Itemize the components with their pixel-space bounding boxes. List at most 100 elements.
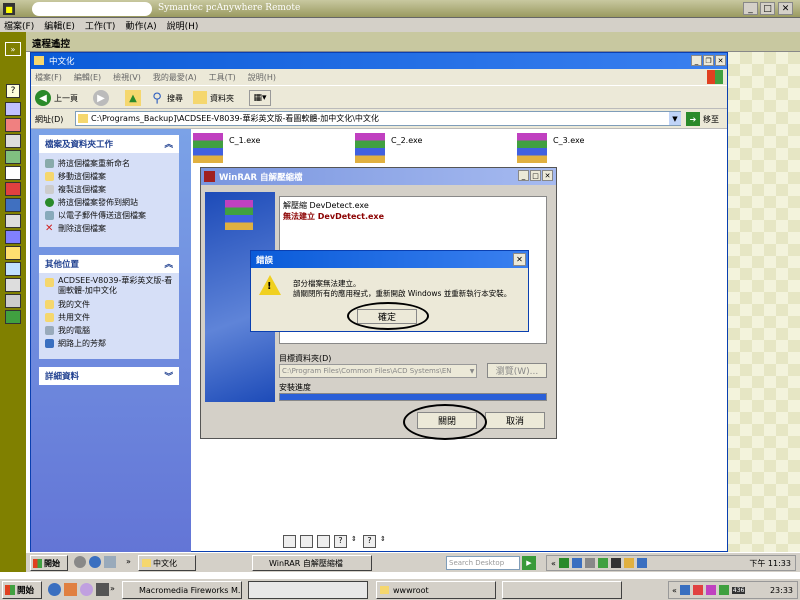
back-icon[interactable]: ◀ <box>35 90 51 106</box>
explorer-restore-button[interactable]: ❐ <box>703 55 714 66</box>
tool-icon-11[interactable] <box>5 262 21 276</box>
task-delete[interactable]: ✕ 刪除這個檔案 <box>45 222 173 235</box>
pca-menu-action[interactable]: 動作(A) <box>125 19 156 32</box>
place-parent-folder[interactable]: ACDSEE-V8039-華彩英文版-看圖軟體-加中文化 <box>45 276 173 298</box>
spinner-icon[interactable]: ⇕ <box>380 535 388 548</box>
tool-icon-12[interactable] <box>5 278 21 292</box>
cancel-button[interactable]: 取消 <box>485 412 545 429</box>
quicklaunch-icon-2[interactable] <box>89 556 101 568</box>
browse-button[interactable]: 瀏覽(W)... <box>487 363 547 378</box>
quicklaunch-icon[interactable] <box>64 583 77 596</box>
tasks-panel-header[interactable]: 檔案及資料夾工作 ︽ <box>39 135 179 153</box>
tool-icon-6[interactable] <box>5 182 21 196</box>
pca-menu-edit[interactable]: 編輯(E) <box>44 19 75 32</box>
places-panel-header[interactable]: 其他位置 ︽ <box>39 255 179 273</box>
explorer-minimize-button[interactable]: _ <box>691 55 702 66</box>
task-publish[interactable]: 將這個檔案發佈到網站 <box>45 196 173 209</box>
local-task-fireworks[interactable]: Macromedia Fireworks M... <box>122 581 242 599</box>
remote-task-winrar[interactable]: WinRAR 自解壓縮檔 <box>252 555 372 571</box>
task-move[interactable]: 移動這個檔案 <box>45 170 173 183</box>
local-quicklaunch-more-icon[interactable]: » <box>110 584 115 593</box>
go-label[interactable]: 移至 <box>703 114 719 125</box>
tray-icon-7[interactable] <box>636 558 647 568</box>
desktop-search-input[interactable]: Search Desktop <box>446 556 520 570</box>
explorer-menu-view[interactable]: 檢視(V) <box>113 72 141 83</box>
quicklaunch-icon-3[interactable] <box>104 556 116 568</box>
pencil-icon[interactable] <box>300 534 313 548</box>
tray-expand-icon[interactable]: « <box>672 586 677 595</box>
local-task-wwwroot[interactable]: wwwroot <box>376 581 496 599</box>
search-go-icon[interactable]: ▶ <box>522 556 536 570</box>
up-folder-icon[interactable]: ▲ <box>125 90 141 106</box>
tray-icon-3[interactable] <box>705 585 716 595</box>
tool-icon-2[interactable] <box>5 118 21 132</box>
pca-menu-file[interactable]: 檔案(F) <box>4 19 34 32</box>
back-label[interactable]: 上一頁 <box>54 93 78 104</box>
collapse-icon[interactable]: ︽ <box>164 138 173 150</box>
winrar-maximize-button[interactable]: □ <box>530 170 541 181</box>
pca-minimize-button[interactable]: _ <box>743 2 758 15</box>
help-icon[interactable]: ? <box>6 84 20 98</box>
tool-icon-5[interactable] <box>5 166 21 180</box>
spinner-icon[interactable]: ⇕ <box>351 535 359 548</box>
task-copy[interactable]: 複製這個檔案 <box>45 183 173 196</box>
print-icon[interactable] <box>283 534 296 548</box>
address-dropdown-icon[interactable]: ▼ <box>669 112 681 125</box>
search-label[interactable]: 搜尋 <box>167 93 183 104</box>
tray-icon-5[interactable] <box>610 558 621 568</box>
dest-field[interactable]: C:\Program Files\Common Files\ACD System… <box>279 364 477 378</box>
tool-icon-13[interactable] <box>5 294 21 308</box>
tool-icon-8[interactable] <box>5 214 21 228</box>
details-panel-header[interactable]: 詳細資料 ︾ <box>39 367 179 385</box>
tray-icon-6[interactable] <box>623 558 634 568</box>
tray-icon-3[interactable] <box>584 558 595 568</box>
place-my-computer[interactable]: 我的電腦 <box>45 324 173 337</box>
task-rename[interactable]: 將這個檔案重新命名 <box>45 157 173 170</box>
tool-icon-7[interactable] <box>5 198 21 212</box>
winrar-close-button[interactable]: ✕ <box>542 170 553 181</box>
tray-icon-4[interactable] <box>718 585 729 595</box>
pca-menu-help[interactable]: 說明(H) <box>167 19 199 32</box>
expand-icon[interactable]: ︾ <box>164 370 173 382</box>
tool-icon-3[interactable] <box>5 134 21 148</box>
place-network[interactable]: 網路上的芳鄰 <box>45 337 173 350</box>
folders-label[interactable]: 資料夾 <box>210 93 234 104</box>
explorer-menu-help[interactable]: 說明(H) <box>248 72 276 83</box>
local-task-pcanywhere[interactable] <box>248 581 368 599</box>
tool-icon-14[interactable] <box>5 310 21 324</box>
help-icon[interactable]: ? <box>363 534 376 548</box>
views-icon[interactable]: ▦▾ <box>249 90 271 106</box>
tray-icon-4[interactable] <box>597 558 608 568</box>
tool-icon-10[interactable] <box>5 246 21 260</box>
pca-close-button[interactable]: ✕ <box>778 2 793 15</box>
folders-icon[interactable] <box>193 91 207 104</box>
tool-icon-1[interactable] <box>5 102 21 116</box>
remote-start-button[interactable]: 開始 <box>30 555 68 571</box>
ie-icon[interactable] <box>48 583 61 596</box>
tray-expand-icon[interactable]: « <box>551 559 556 568</box>
collapse-icon[interactable]: ︽ <box>164 258 173 270</box>
tool-icon[interactable] <box>317 534 330 548</box>
quicklaunch-icon[interactable] <box>80 583 93 596</box>
tray-icon-1[interactable] <box>558 558 569 568</box>
tool-icon-9[interactable] <box>5 230 21 244</box>
explorer-close-button[interactable]: ✕ <box>715 55 726 66</box>
explorer-menu-edit[interactable]: 編輯(E) <box>74 72 101 83</box>
tray-icon-1[interactable] <box>679 585 690 595</box>
quicklaunch-icon[interactable] <box>96 583 109 596</box>
go-arrow-icon[interactable]: ➔ <box>686 112 700 126</box>
place-my-documents[interactable]: 我的文件 <box>45 298 173 311</box>
explorer-menu-tools[interactable]: 工具(T) <box>209 72 236 83</box>
dest-dropdown-icon[interactable]: ▼ <box>467 365 477 377</box>
quicklaunch-icon-1[interactable] <box>74 556 86 568</box>
remote-task-explorer[interactable]: 中文化 <box>138 555 196 571</box>
pca-maximize-button[interactable]: □ <box>760 2 775 15</box>
tray-icon-2[interactable] <box>692 585 703 595</box>
local-start-button[interactable]: 開始 <box>2 581 42 599</box>
tray-icon-2[interactable] <box>571 558 582 568</box>
search-icon[interactable]: ⚲ <box>149 90 165 106</box>
explorer-menu-file[interactable]: 檔案(F) <box>35 72 62 83</box>
expand-sidebar-button[interactable]: » <box>5 42 21 56</box>
address-field[interactable]: C:\Programs_Backup]\ACDSEE-V8039-華彩英文版-看… <box>75 111 681 126</box>
winrar-minimize-button[interactable]: _ <box>518 170 529 181</box>
